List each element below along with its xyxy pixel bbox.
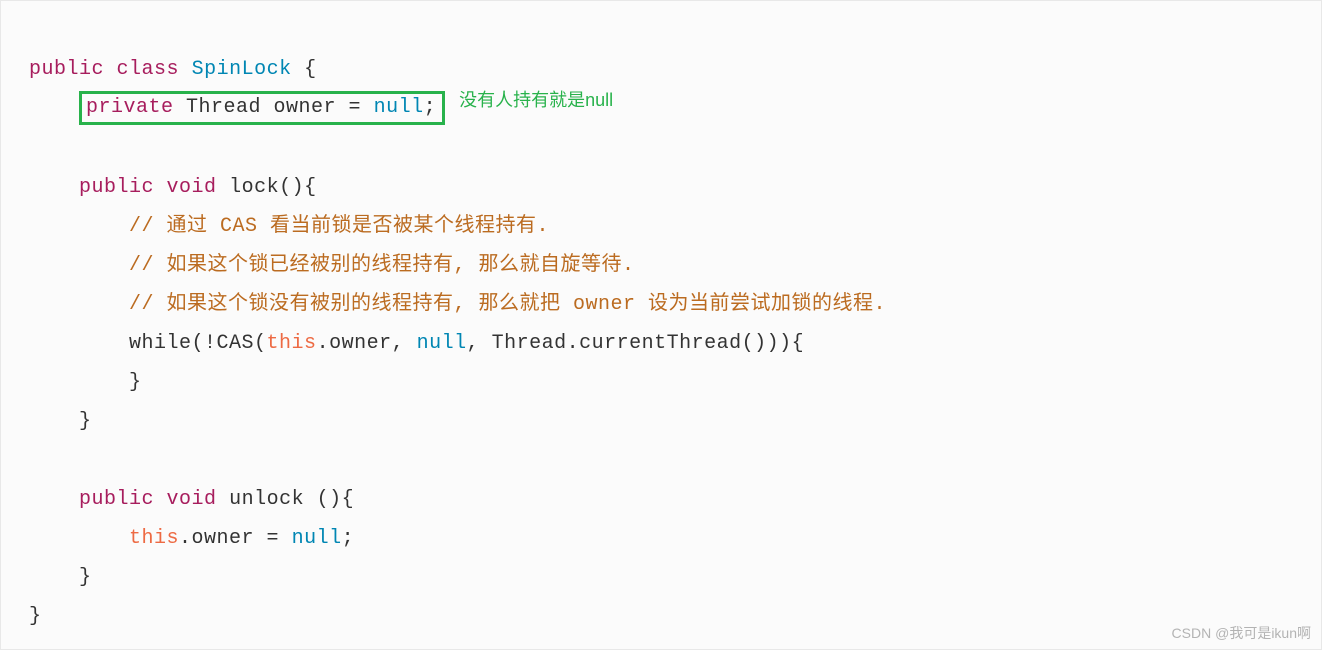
keyword-public: public [79,488,154,511]
code-block: public class SpinLock { private Thread o… [1,1,1321,636]
class-name: SpinLock [192,58,292,81]
close-brace: } [79,566,92,589]
close-brace: } [29,605,42,628]
keyword-public: public [29,58,104,81]
null-literal: null [417,332,467,355]
keyword-private: private [86,96,174,119]
annotation-text: 没有人持有就是null [459,90,613,110]
brace: { [292,58,317,81]
null-literal: null [374,96,424,119]
watermark: CSDN @我可是ikun啊 [1172,623,1311,643]
method-unlock: unlock (){ [217,488,355,511]
semicolon: ; [342,527,355,550]
keyword-public: public [79,176,154,199]
space [154,176,167,199]
while-mid1: .owner, [317,332,417,355]
space [154,488,167,511]
assign-rest: .owner = [179,527,292,550]
comment-line: // 如果这个锁没有被别的线程持有, 那么就把 owner 设为当前尝试加锁的线… [129,293,886,316]
keyword-class: class [117,58,180,81]
null-literal: null [292,527,342,550]
field-decl: Thread owner = [174,96,374,119]
close-brace: } [129,371,142,394]
semicolon: ; [424,96,437,119]
method-lock: lock(){ [217,176,317,199]
while-mid2: , Thread.currentThread())){ [467,332,805,355]
comment-line: // 如果这个锁已经被别的线程持有, 那么就自旋等待. [129,254,635,277]
keyword-void: void [167,488,217,511]
while-pre: while(!CAS( [129,332,267,355]
highlighted-line: private Thread owner = null; [79,91,445,125]
keyword-void: void [167,176,217,199]
this-keyword: this [267,332,317,355]
close-brace: } [79,410,92,433]
comment-line: // 通过 CAS 看当前锁是否被某个线程持有. [129,215,549,238]
this-keyword: this [129,527,179,550]
